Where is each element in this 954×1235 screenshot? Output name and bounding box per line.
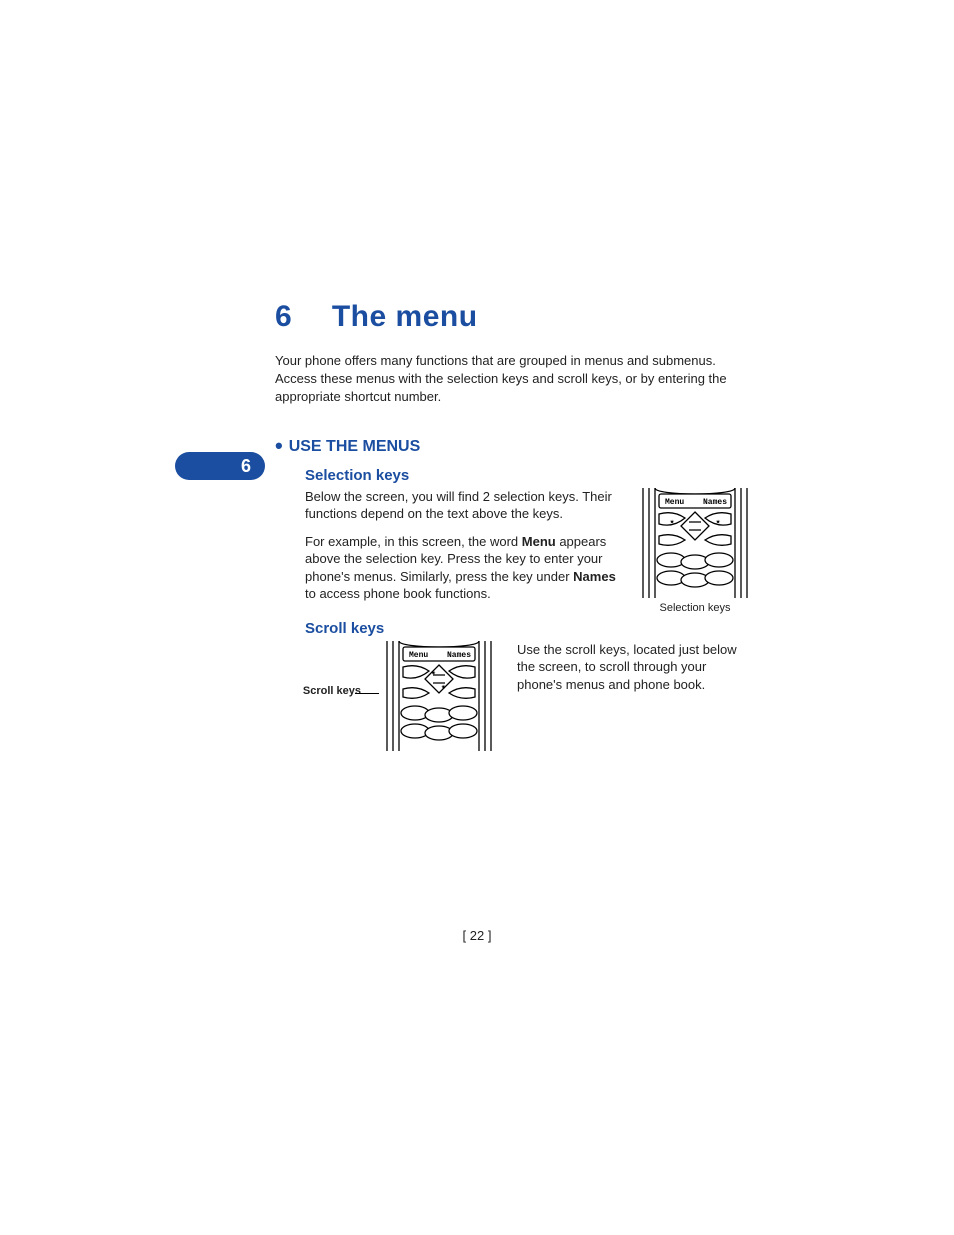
selection-para2-bold-names: Names [573, 569, 616, 584]
phone-keys-illustration: ✷ ✷ [635, 488, 755, 598]
bullet-icon: • [275, 433, 283, 458]
svg-text:✷: ✷ [441, 683, 446, 692]
selection-para2-pre: For example, in this screen, the word [305, 534, 522, 549]
scroll-keys-pointer-label: Scroll keys [303, 685, 361, 697]
chapter-side-tab: 6 [175, 452, 265, 480]
intro-paragraph: Your phone offers many functions that ar… [275, 352, 755, 407]
scroll-keys-row: Scroll keys ✷ ✷ [275, 641, 755, 756]
figure-menu-label: Menu [665, 498, 684, 507]
scroll-keys-text-column: Use the scroll keys, located just below … [517, 641, 755, 704]
scroll-keys-figure: ✷ ✷ Menu Names [379, 641, 499, 756]
selection-keys-para-1: Below the screen, you will find 2 select… [305, 488, 617, 523]
chapter-number: 6 [275, 300, 323, 334]
scroll-keys-pointer-label-col: Scroll keys [275, 641, 361, 697]
page-footer: [ 22 ] [0, 928, 954, 943]
figure2-menu-label: Menu [409, 651, 428, 660]
svg-text:✷: ✷ [670, 518, 675, 527]
chapter-side-tab-number: 6 [241, 456, 251, 477]
scroll-keys-heading: Scroll keys [305, 620, 755, 637]
page: 6 6 The menu Your phone offers many func… [0, 0, 954, 1235]
section-heading-text: USE THE MENUS [289, 438, 421, 455]
figure-names-label: Names [703, 498, 727, 507]
scroll-keys-pointer-line [355, 693, 379, 694]
figure2-names-label: Names [447, 651, 471, 660]
selection-para2-bold-menu: Menu [522, 534, 556, 549]
selection-keys-row: Below the screen, you will find 2 select… [305, 488, 755, 614]
selection-keys-text-column: Below the screen, you will find 2 select… [305, 488, 617, 613]
selection-para2-post: to access phone book functions. [305, 586, 491, 601]
chapter-title: 6 The menu [275, 300, 755, 334]
selection-keys-figure: ✷ ✷ [635, 488, 755, 614]
section-heading: • USE THE MENUS [275, 433, 755, 459]
page-number: [ 22 ] [463, 928, 492, 943]
svg-text:✷: ✷ [716, 518, 721, 527]
phone-scroll-illustration: ✷ ✷ Menu Names [379, 641, 499, 751]
selection-keys-para-2: For example, in this screen, the word Me… [305, 533, 617, 603]
scroll-keys-para: Use the scroll keys, located just below … [517, 641, 755, 694]
chapter-title-text: The menu [332, 300, 478, 333]
selection-keys-heading: Selection keys [305, 467, 755, 484]
selection-keys-caption: Selection keys [635, 602, 755, 614]
svg-text:✷: ✷ [431, 669, 436, 678]
content-area: 6 The menu Your phone offers many functi… [275, 300, 755, 756]
